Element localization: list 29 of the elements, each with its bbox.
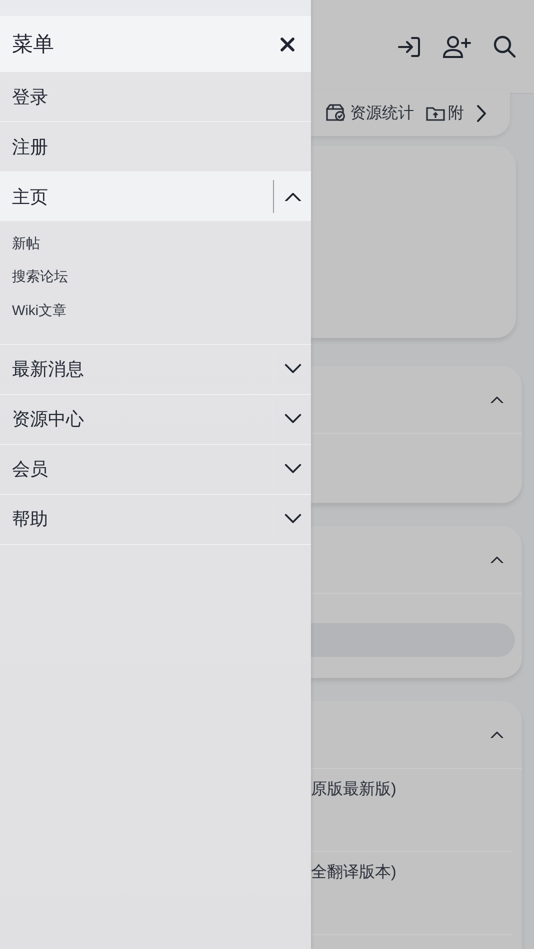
collapse-icon <box>284 192 302 202</box>
menu-item[interactable]: 资源中心 <box>0 394 273 444</box>
menu-item[interactable]: 主页 <box>0 172 273 221</box>
input-bar[interactable] <box>311 623 515 657</box>
expand-icon <box>284 514 302 524</box>
menu-item[interactable]: 注册 <box>0 122 311 171</box>
close-icon <box>280 36 295 52</box>
box-check-icon <box>325 104 347 122</box>
expand-icon <box>284 364 302 374</box>
menu-item[interactable]: 帮助 <box>0 494 273 544</box>
add-user-icon[interactable] <box>443 34 471 58</box>
resource-title[interactable]: 原版最新版) <box>311 779 396 800</box>
menu-item[interactable]: 会员 <box>0 444 273 494</box>
tab[interactable]: 资源统计 <box>325 102 414 124</box>
submenu-item[interactable]: 搜索论坛 <box>0 260 311 294</box>
tab[interactable]: 附 <box>426 102 464 124</box>
resource-title[interactable]: 全翻译版本) <box>311 862 396 883</box>
expand-icon <box>284 464 302 474</box>
menu-item[interactable]: 最新消息 <box>0 344 273 394</box>
submenu-item[interactable]: Wiki文章 <box>0 294 311 328</box>
menu-title: 菜单 <box>12 32 54 58</box>
menu-item[interactable]: 登录 <box>0 72 311 121</box>
submenu-item[interactable]: 新帖 <box>0 227 311 260</box>
folder-upload-icon <box>426 106 445 120</box>
expand-icon <box>284 414 302 424</box>
login-icon[interactable] <box>397 36 421 58</box>
search-icon[interactable] <box>493 35 516 58</box>
chevron-right-icon[interactable] <box>476 104 487 122</box>
close-button[interactable] <box>280 36 295 52</box>
